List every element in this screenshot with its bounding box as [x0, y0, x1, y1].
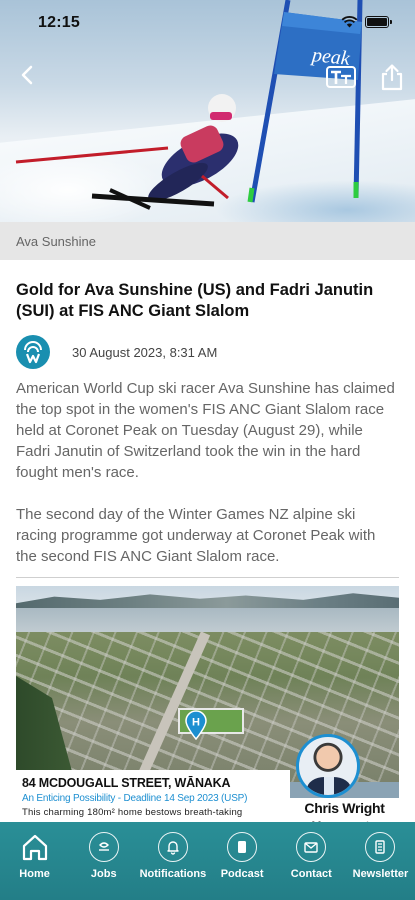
- tab-notifications[interactable]: Notifications: [138, 822, 207, 900]
- publisher-logo: [16, 335, 50, 369]
- hero-image: 12:15: [0, 0, 415, 222]
- status-time: 12:15: [38, 14, 80, 31]
- tab-label: Newsletter: [352, 868, 409, 880]
- tab-newsletter[interactable]: Newsletter: [346, 822, 415, 900]
- home-icon: [22, 834, 47, 861]
- map-pin-icon: H: [185, 710, 207, 740]
- share-icon: [381, 64, 403, 91]
- ad-info-panel: 84 MCDOUGALL STREET, WĀNAKA An Enticing …: [16, 770, 290, 826]
- mail-icon: [304, 842, 318, 853]
- gate-banner-text: peak: [311, 44, 351, 70]
- article-date: 30 August 2023, 8:31 AM: [72, 344, 218, 360]
- article-paragraph: American World Cup ski racer Ava Sunshin…: [16, 380, 395, 481]
- tab-home[interactable]: Home: [0, 822, 69, 900]
- newsletter-icon: [375, 840, 386, 854]
- photo-caption: Ava Sunshine: [0, 222, 415, 260]
- article: Gold for Ava Sunshine (US) and Fadri Jan…: [16, 280, 399, 578]
- podcast-icon: [238, 841, 247, 853]
- tab-label: Contact: [290, 868, 332, 880]
- tab-label: Notifications: [139, 868, 207, 880]
- share-button[interactable]: [377, 62, 407, 92]
- chevron-left-icon: [21, 65, 33, 85]
- wifi-icon: [341, 16, 358, 28]
- article-body: American World Cup ski racer Ava Sunshin…: [16, 378, 399, 567]
- property-advertisement[interactable]: H 84 MCDOUGALL STREET, WĀNAKA An Enticin…: [16, 586, 399, 826]
- ad-address: 84 MCDOUGALL STREET, WĀNAKA: [22, 776, 231, 790]
- bell-icon: [167, 841, 179, 855]
- status-bar: 12:15: [0, 0, 415, 46]
- tab-contact[interactable]: Contact: [277, 822, 346, 900]
- publisher-logo-icon: [24, 341, 42, 364]
- article-paragraph: The second day of the Winter Games NZ al…: [16, 506, 376, 565]
- tab-label: Jobs: [90, 868, 117, 880]
- tab-podcast[interactable]: Podcast: [208, 822, 277, 900]
- agent-name: Chris Wright: [304, 800, 385, 816]
- ad-tagline: An Enticing Possibility - Deadline 14 Se…: [22, 793, 248, 804]
- article-headline: Gold for Ava Sunshine (US) and Fadri Jan…: [16, 281, 374, 320]
- jobs-icon: [98, 842, 109, 851]
- article-meta: 30 August 2023, 8:31 AM: [16, 334, 399, 370]
- back-button[interactable]: [12, 60, 42, 90]
- bottom-tab-bar: Home Jobs Notifications Podcast Contact …: [0, 822, 415, 900]
- tab-label: Home: [19, 868, 50, 880]
- agent-photo: [296, 734, 360, 798]
- status-icons: [341, 16, 392, 28]
- divider: [16, 577, 399, 578]
- ad-description: This charming 180m² home bestows breath-…: [22, 807, 243, 818]
- battery-icon: [365, 16, 392, 28]
- tab-jobs[interactable]: Jobs: [69, 822, 138, 900]
- map-pin-letter: H: [192, 717, 200, 729]
- tab-label: Podcast: [220, 868, 264, 880]
